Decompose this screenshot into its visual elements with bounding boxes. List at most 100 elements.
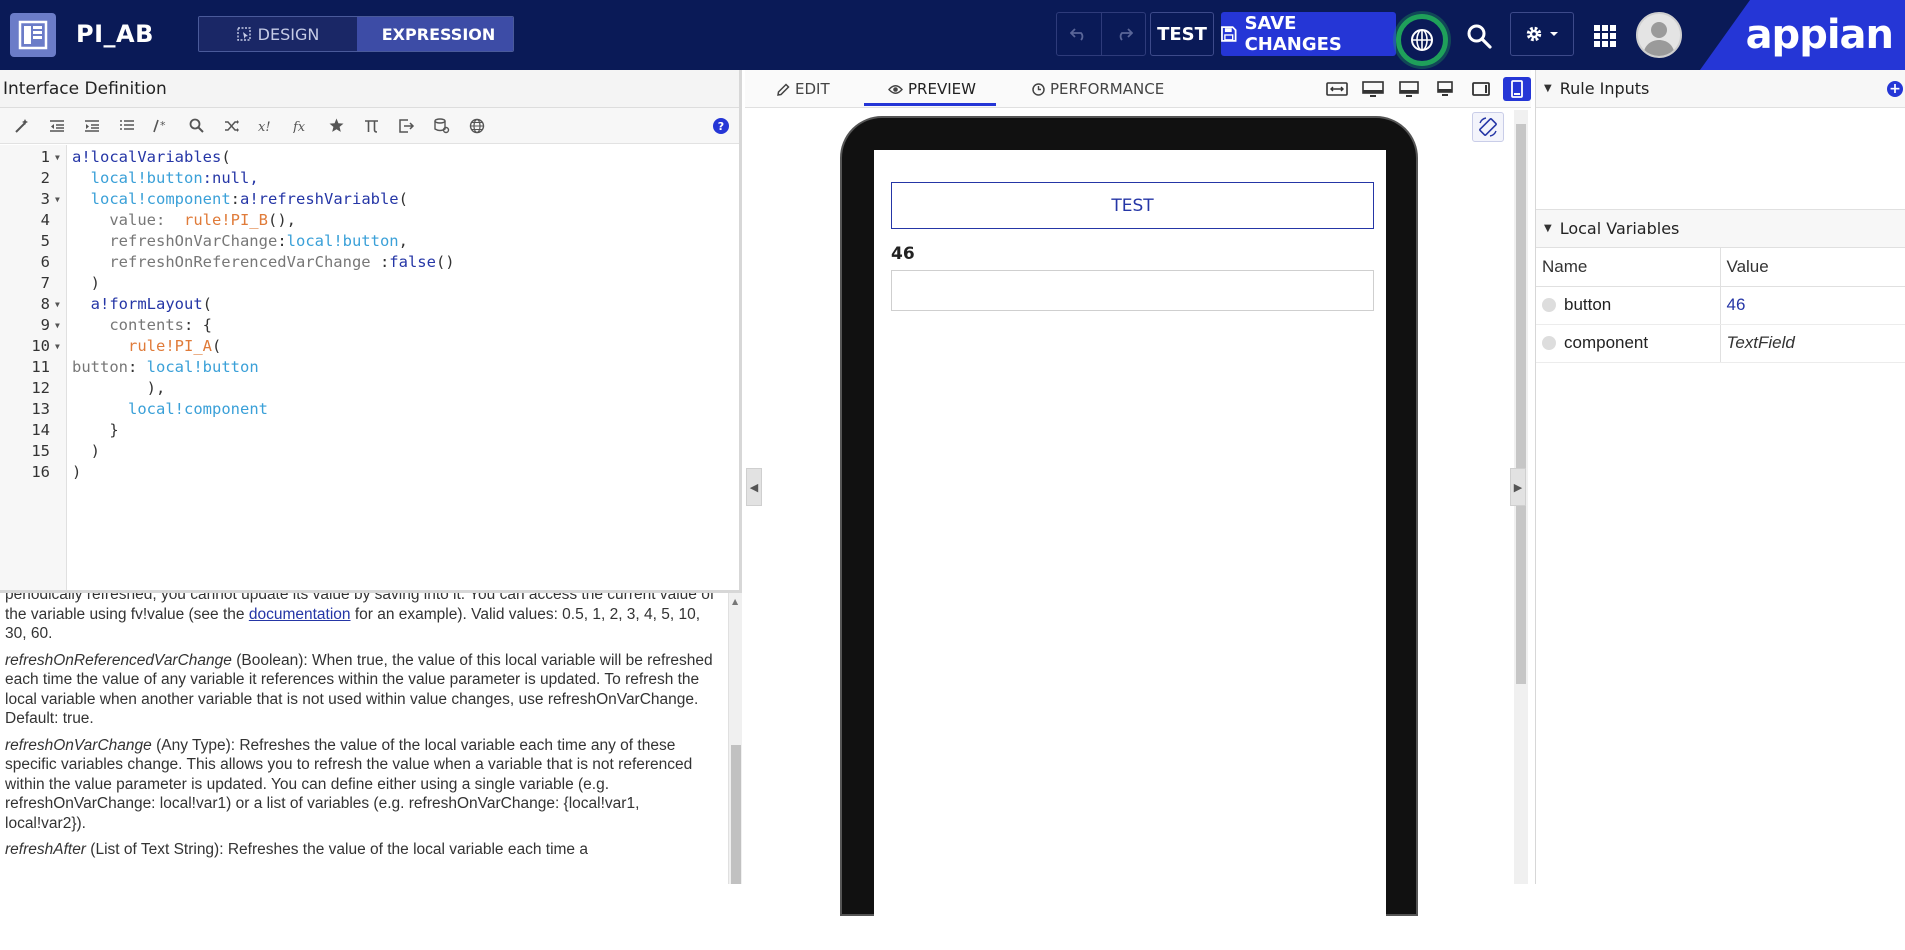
code-token: local!button [286,232,399,250]
pencil-icon [777,82,790,96]
table-row[interactable]: button 46 [1536,286,1905,325]
code-token: , [398,232,408,250]
expression-icon: x! [258,120,271,133]
outdent-button[interactable] [43,114,70,138]
format-button[interactable] [113,114,140,138]
function-button[interactable]: fx [288,114,315,138]
desktop-icon [1399,81,1419,97]
active-tab-indicator [864,103,996,106]
interface-object-icon [10,13,56,57]
tab-edit[interactable]: EDIT [777,80,830,98]
add-rule-input-button[interactable]: + [1887,81,1903,97]
code-token: rule!PI_B [183,211,268,229]
line-number: 13 [31,400,50,418]
doc-scrollbar[interactable]: ▲ [728,593,742,884]
code-token: :null, [202,169,259,187]
tablet-button[interactable] [1467,77,1495,101]
code-token: ( [221,148,231,166]
save-changes-button[interactable]: SAVE CHANGES [1221,12,1396,56]
format-icon [119,119,134,130]
tab-preview[interactable]: PREVIEW [888,80,976,98]
code-editor[interactable]: 1 ▼ 2 3 ▼ 4 5 6 7 8 ▼ 9 ▼ 10 ▼ 11 12 13 14 15 16 a!localVari… [0,145,742,590]
variable-status-icon [1542,336,1556,350]
rotate-device-button[interactable] [1472,112,1504,142]
test-button[interactable]: TEST [1150,12,1214,56]
network-icon [1411,29,1433,51]
redo-button[interactable] [1101,13,1145,55]
indent-icon [84,119,99,132]
scroll-up-icon[interactable]: ▲ [732,597,738,606]
preview-panel: EDIT PREVIEW PERFORMANCE TEST 46 ◀ ▶ [745,70,1531,950]
app-launcher-button[interactable] [1585,18,1625,54]
arrow-right-icon: ▶ [1513,480,1523,494]
code-token: () [435,253,455,271]
fold-toggle-icon[interactable]: ▼ [55,321,60,330]
documentation-link[interactable]: documentation [249,606,351,623]
find-button[interactable] [183,114,210,138]
phone-screen: TEST 46 [874,150,1386,950]
undo-button[interactable] [1057,13,1101,55]
comment-button[interactable]: * [148,114,175,138]
local-variables-header[interactable]: ▼ Local Variables [1536,210,1905,248]
indent-button[interactable] [78,114,105,138]
preview-tabs: EDIT PREVIEW PERFORMANCE [745,70,1531,108]
preview-test-button[interactable]: TEST [891,182,1374,229]
variable-name-cell: button [1536,286,1720,325]
preview-text-field[interactable] [891,270,1374,311]
scrollbar-thumb[interactable] [1516,124,1526,684]
help-button[interactable]: ? [713,118,729,134]
fold-toggle-icon[interactable]: ▼ [55,300,60,309]
fold-toggle-icon[interactable]: ▼ [55,342,60,351]
design-label: DESIGN [257,24,320,44]
fold-toggle-icon[interactable]: ▼ [55,153,60,162]
integration-button[interactable] [463,114,490,138]
brand-wordmark: appian [1745,12,1894,58]
scrollbar-thumb[interactable] [731,745,741,884]
code-token: a!formLayout [90,295,203,313]
magic-wand-button[interactable] [8,114,35,138]
favorites-button[interactable] [323,114,350,138]
line-number: 2 [40,169,50,187]
fit-width-button[interactable] [1323,77,1351,101]
collapse-left-button[interactable]: ◀ [746,468,762,506]
design-mode-button[interactable]: DESIGN [199,17,357,51]
settings-menu-button[interactable] [1510,12,1574,56]
tab-performance[interactable]: PERFORMANCE [1032,80,1164,98]
desktop-large-button[interactable] [1359,77,1387,101]
table-row[interactable]: component TextField [1536,324,1905,363]
desktop-button[interactable] [1395,77,1423,101]
search-button[interactable] [1458,18,1500,54]
data-button[interactable] [428,114,455,138]
rotate-icon [1479,117,1497,137]
code-token: : [379,253,390,271]
editor-toolbar: * x! fx ? [0,108,739,144]
eye-icon [888,84,903,94]
search-icon [189,118,204,133]
constants-button[interactable] [358,114,385,138]
fold-toggle-icon[interactable]: ▼ [55,195,60,204]
rule-inputs-list [1536,108,1905,210]
code-token: ) [90,442,101,460]
database-icon [433,117,449,133]
rule-inputs-header[interactable]: ▼ Rule Inputs [1536,70,1905,108]
expression-button[interactable]: x! [253,114,280,138]
phone-button[interactable] [1503,77,1531,101]
caret-down-icon: ▼ [1544,83,1552,94]
expression-mode-button[interactable]: EXPRESSION [357,17,513,51]
code-token: ( [202,295,212,313]
export-button[interactable] [393,114,420,138]
param-name: refreshOnReferencedVarChange [5,651,232,669]
variable-status-icon [1542,298,1556,312]
function-icon: fx [293,120,306,133]
code-token: : [230,190,240,208]
shuffle-button[interactable] [218,114,245,138]
code-token: value: [109,211,184,229]
variable-name-cell: component [1536,324,1720,363]
undo-icon [1070,28,1084,41]
design-icon [236,27,251,41]
cursor-highlight [1396,14,1448,66]
laptop-button[interactable] [1431,77,1459,101]
user-avatar[interactable] [1636,12,1682,58]
outdent-icon [49,119,64,132]
collapse-right-button[interactable]: ▶ [1510,468,1526,506]
